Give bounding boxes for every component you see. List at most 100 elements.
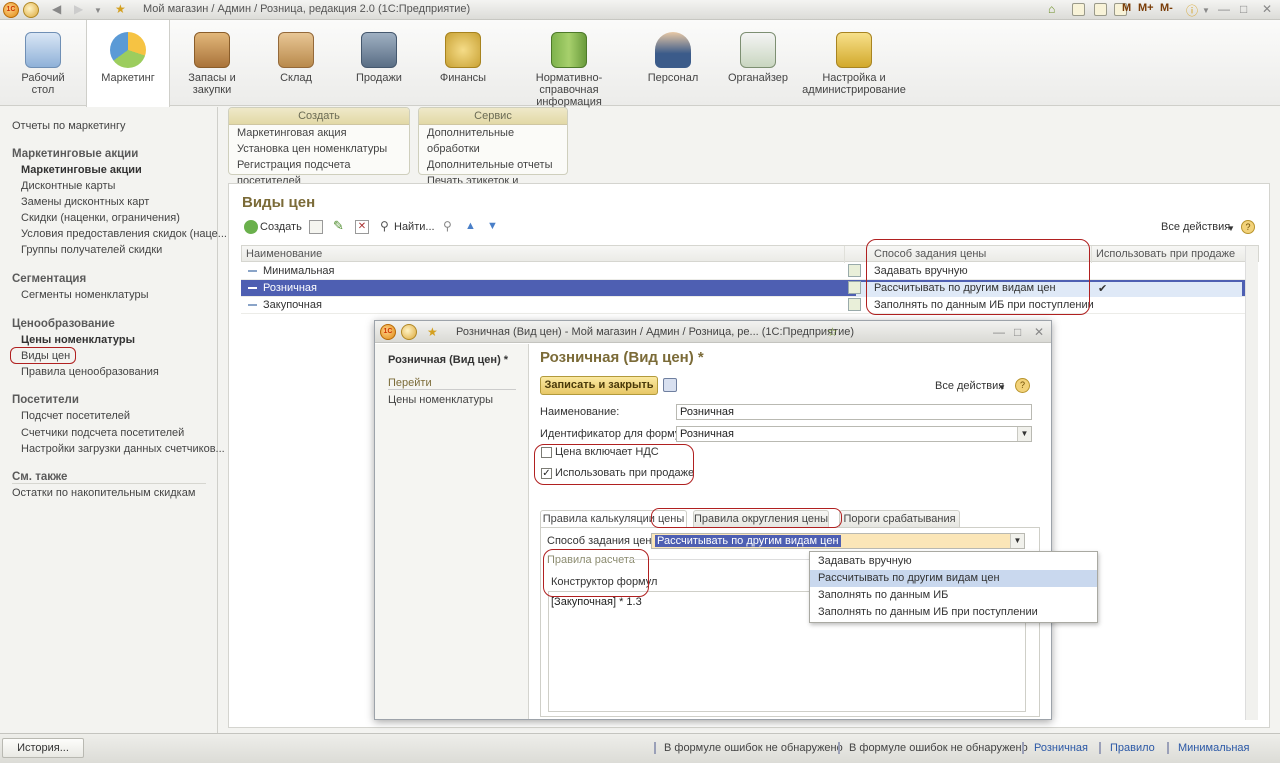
dropdown-option[interactable]: Заполнять по данным ИБ при поступлении	[810, 604, 1097, 621]
minimize-icon[interactable]: —	[993, 325, 1005, 339]
memory-minus-button[interactable]: M-	[1160, 2, 1173, 14]
command-link[interactable]: Дополнительные отчеты	[419, 157, 567, 173]
forward-icon[interactable]: ▶	[74, 2, 83, 16]
move-down-icon[interactable]: ▼	[487, 220, 501, 234]
favorites-icon[interactable]	[1072, 3, 1085, 16]
search-icon[interactable]: ⚲	[380, 220, 394, 234]
section-desktop[interactable]: Рабочий стол	[12, 20, 74, 106]
chevron-down-icon[interactable]: ▼	[1017, 427, 1031, 441]
nav-link-price-types[interactable]: Виды цен	[21, 350, 70, 362]
command-link[interactable]: Маркетинговая акция	[229, 125, 409, 141]
tab-thresholds[interactable]: Пороги срабатывания	[839, 510, 960, 527]
nav-link[interactable]: Условия предоставления скидок (наце...	[21, 228, 227, 240]
menu-dropdown-icon[interactable]	[23, 2, 39, 18]
form-nav-link[interactable]: Цены номенклатуры	[388, 394, 493, 406]
nav-link[interactable]: Группы получателей скидки	[21, 244, 162, 256]
delete-icon[interactable]: ✕	[355, 220, 369, 234]
nav-link[interactable]: Замены дисконтных карт	[21, 196, 149, 208]
form-nav-title[interactable]: Розничная (Вид цен) *	[388, 354, 508, 366]
help-icon[interactable]: ?	[1015, 378, 1030, 393]
table-row[interactable]: Минимальная Задавать вручную	[241, 263, 1245, 280]
home-icon[interactable]: ⌂	[1048, 2, 1055, 16]
list-scrollbar[interactable]	[1245, 246, 1258, 720]
history-button[interactable]: История...	[2, 738, 84, 758]
command-link[interactable]: Дополнительные обработки	[419, 125, 567, 157]
dropdown-option[interactable]: Рассчитывать по другим видам цен	[810, 570, 1097, 587]
save-icon[interactable]	[663, 378, 677, 392]
nav-link[interactable]: Остатки по накопительным скидкам	[12, 487, 195, 499]
use-in-sales-checkbox[interactable]: ✓	[541, 468, 552, 479]
find-button[interactable]: Найти...	[394, 221, 435, 233]
calculator-icon[interactable]	[1094, 3, 1107, 16]
column-header[interactable]: Наименование	[246, 248, 322, 260]
nav-link[interactable]: Подсчет посетителей	[21, 410, 130, 422]
memory-m-button[interactable]: M	[1122, 2, 1131, 14]
section-personnel[interactable]: Персонал	[642, 20, 704, 106]
formula-constructor-link[interactable]: Конструктор формул	[551, 576, 657, 588]
nav-link[interactable]: Настройки загрузки данных счетчиков...	[21, 443, 225, 455]
nav-link[interactable]: Дисконтные карты	[21, 180, 115, 192]
close-icon[interactable]: ✕	[1262, 2, 1272, 16]
nav-link[interactable]: Сегменты номенклатуры	[21, 289, 149, 301]
menu-dropdown-icon[interactable]	[401, 324, 417, 340]
info-icon[interactable]: ⓘ	[1186, 2, 1198, 19]
chevron-down-icon[interactable]: ▼	[1010, 534, 1024, 548]
vat-checkbox-label[interactable]: Цена включает НДС	[555, 446, 659, 458]
price-method-select[interactable]: Рассчитывать по другим видам цен ▼	[651, 533, 1025, 549]
cancel-search-icon[interactable]: ⚲	[443, 220, 457, 234]
table-row[interactable]: Розничная Рассчитывать по другим видам ц…	[241, 280, 1245, 297]
status-link-retail[interactable]: Розничная	[1034, 742, 1088, 754]
save-and-close-button[interactable]: Записать и закрыть	[540, 376, 658, 395]
use-in-sales-checkbox-label[interactable]: Использовать при продаже	[555, 467, 694, 479]
move-up-icon[interactable]: ▲	[465, 220, 479, 234]
status-link-rule[interactable]: Правило	[1110, 742, 1155, 754]
name-field[interactable]: Розничная	[676, 404, 1032, 420]
all-actions-dropdown-icon[interactable]: ▼	[1227, 224, 1235, 233]
favorites-star-icon[interactable]: ★	[115, 2, 126, 16]
close-icon[interactable]: ✕	[1034, 325, 1044, 339]
all-actions-button[interactable]: Все действия	[1161, 221, 1230, 233]
section-sales[interactable]: Продажи	[348, 20, 410, 106]
maximize-icon[interactable]: □	[1014, 325, 1021, 339]
favorites-star-icon[interactable]: ★	[427, 325, 438, 339]
back-icon[interactable]: ◀	[52, 2, 61, 16]
app-logo-icon[interactable]: 1С	[380, 324, 396, 340]
info-dropdown-icon[interactable]: ▼	[1202, 6, 1210, 15]
all-actions-dropdown-icon[interactable]: ▼	[998, 383, 1006, 392]
nav-link[interactable]: Цены номенклатуры	[21, 334, 135, 346]
app-logo-icon[interactable]: 1С	[3, 2, 19, 18]
form-all-actions-button[interactable]: Все действия	[935, 380, 1004, 392]
section-stock-purchases[interactable]: Запасы и закупки	[182, 20, 242, 106]
vat-checkbox[interactable]	[541, 447, 552, 458]
tab-rounding-rules[interactable]: Правила округления цены	[693, 510, 829, 527]
minimize-icon[interactable]: —	[1218, 2, 1230, 16]
column-header[interactable]: Использовать при продаже	[1096, 248, 1235, 260]
dropdown-option[interactable]: Заполнять по данным ИБ	[810, 587, 1097, 604]
copy-icon[interactable]	[309, 220, 323, 234]
section-marketing[interactable]: Маркетинг	[86, 20, 170, 107]
tab-calculation-rules[interactable]: Правила калькуляции цены	[540, 510, 687, 528]
maximize-icon[interactable]: □	[1240, 2, 1247, 16]
column-header[interactable]: Способ задания цены	[874, 248, 986, 260]
nav-link[interactable]: Правила ценообразования	[21, 366, 159, 378]
help-icon[interactable]: ?	[1241, 220, 1255, 234]
table-row[interactable]: Закупочная Заполнять по данным ИБ при по…	[241, 297, 1245, 314]
create-button[interactable]: Создать	[260, 221, 302, 233]
history-dropdown-icon[interactable]: ▼	[94, 6, 102, 15]
section-reference-info[interactable]: Нормативно-справочная информация	[508, 20, 630, 108]
edit-icon[interactable]: ✎	[333, 219, 347, 234]
favorites-icon[interactable]: ☆	[827, 325, 838, 339]
section-warehouse[interactable]: Склад	[268, 20, 324, 106]
nav-link[interactable]: Счетчики подсчета посетителей	[21, 427, 184, 439]
section-finance[interactable]: Финансы	[432, 20, 494, 106]
formula-id-field[interactable]: Розничная ▼	[676, 426, 1032, 442]
status-link-minimal[interactable]: Минимальная	[1178, 742, 1250, 754]
section-organizer[interactable]: Органайзер	[724, 20, 792, 106]
dropdown-option[interactable]: Задавать вручную	[810, 553, 1097, 570]
nav-link[interactable]: Скидки (наценки, ограничения)	[21, 212, 180, 224]
create-icon[interactable]	[244, 220, 258, 234]
command-link[interactable]: Установка цен номенклатуры	[229, 141, 409, 157]
nav-link-marketing-reports[interactable]: Отчеты по маркетингу	[12, 120, 125, 132]
section-administration[interactable]: Настройка и администрирование	[802, 20, 906, 106]
nav-link[interactable]: Маркетинговые акции	[21, 164, 142, 176]
